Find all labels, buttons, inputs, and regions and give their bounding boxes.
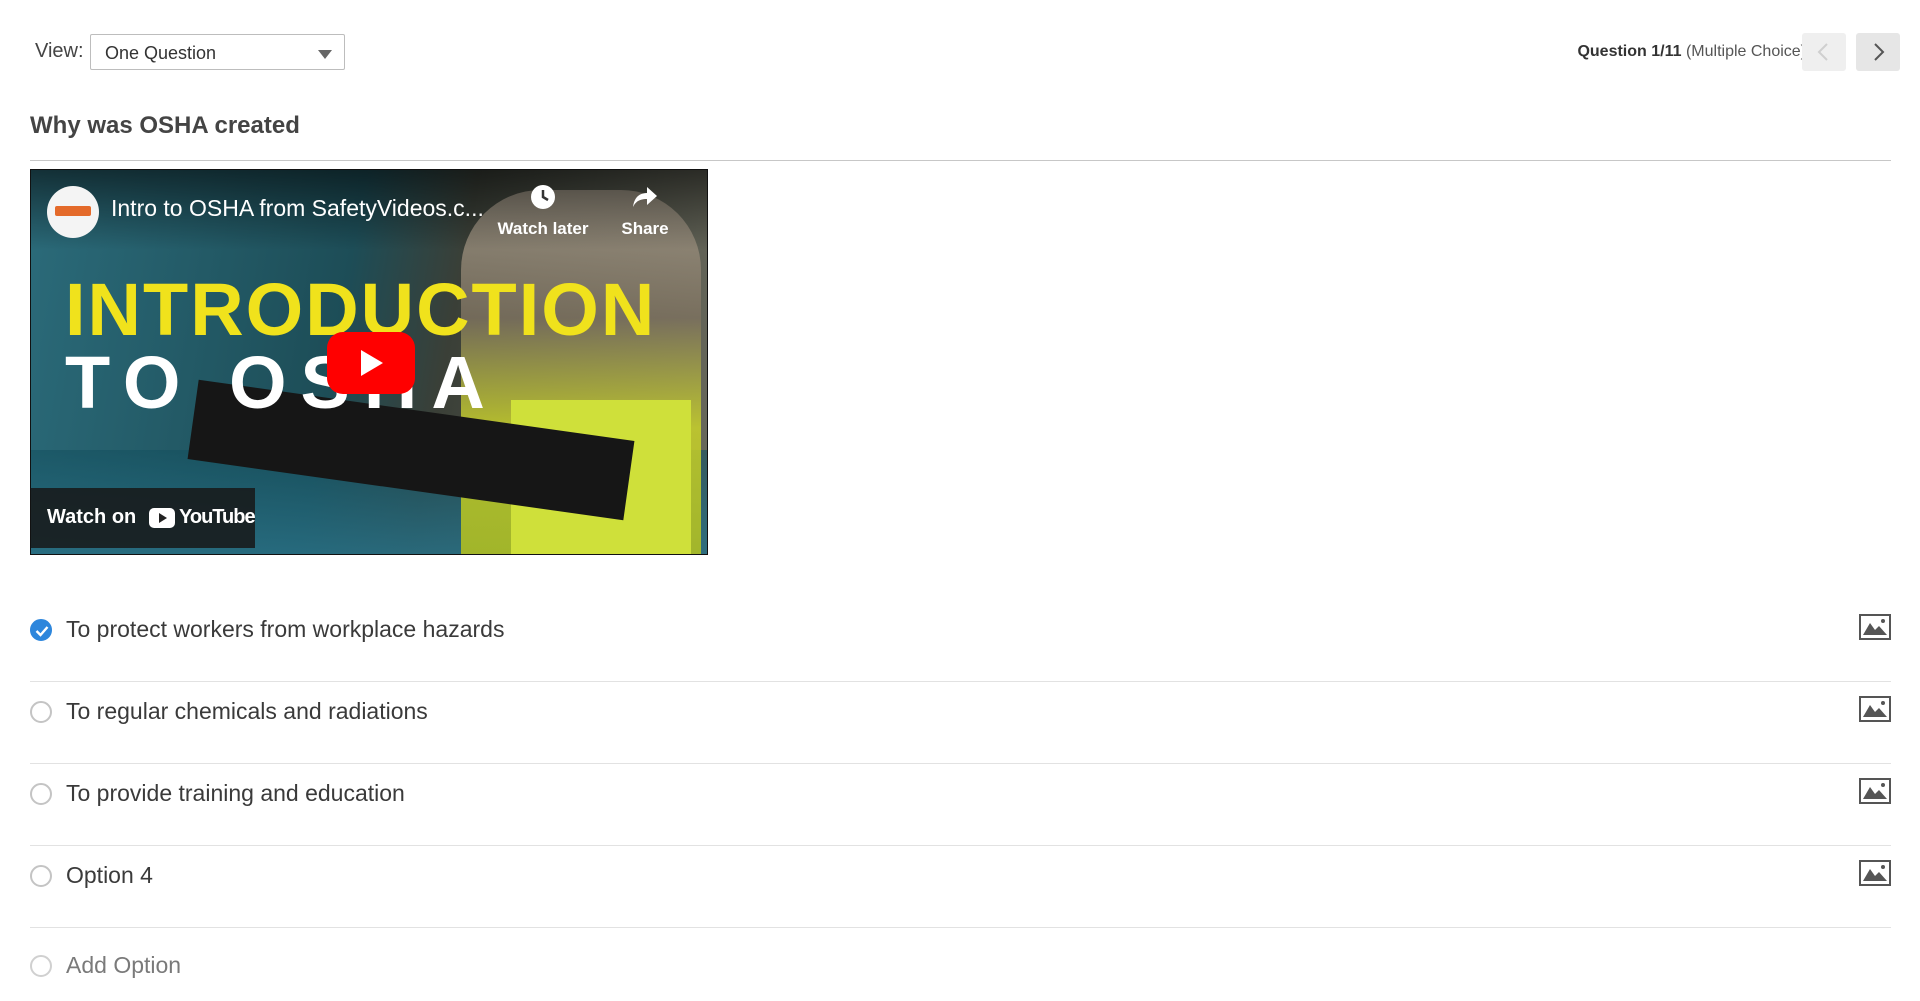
question-counter: Question 1/11 <box>1577 43 1682 60</box>
chevron-left-icon <box>1817 43 1828 61</box>
question-title: Why was OSHA created <box>30 112 300 139</box>
check-icon <box>35 626 49 637</box>
share-icon <box>633 187 657 207</box>
add-option-row[interactable]: Add Option <box>30 936 1891 992</box>
option-radio[interactable] <box>30 783 52 805</box>
option-radio[interactable] <box>30 865 52 887</box>
option-radio-checked[interactable] <box>30 619 52 641</box>
add-option-label[interactable]: Add Option <box>66 952 181 979</box>
image-icon[interactable] <box>1859 778 1891 804</box>
share-button[interactable]: Share <box>615 184 675 239</box>
previous-question-button[interactable] <box>1802 33 1846 71</box>
view-label: View: <box>35 40 84 62</box>
option-label[interactable]: To protect workers from workplace hazard… <box>66 616 504 643</box>
play-button[interactable] <box>327 332 415 394</box>
option-label[interactable]: To regular chemicals and radiations <box>66 698 428 725</box>
answer-option[interactable]: To protect workers from workplace hazard… <box>30 600 1891 682</box>
thumbnail-subheadline: TO OSHA <box>65 341 499 424</box>
video-embed[interactable]: Intro to OSHA from SafetyVideos.c... Wat… <box>30 169 708 555</box>
image-icon[interactable] <box>1859 614 1891 640</box>
watch-on-youtube-button[interactable]: Watch on YouTube <box>31 488 256 548</box>
option-label[interactable]: To provide training and education <box>66 780 405 807</box>
watch-later-button[interactable]: Watch later <box>493 184 593 239</box>
view-select-value: One Question <box>105 43 217 63</box>
image-icon[interactable] <box>1859 696 1891 722</box>
next-question-button[interactable] <box>1856 33 1900 71</box>
chevron-right-icon <box>1874 43 1885 61</box>
image-icon[interactable] <box>1859 860 1891 886</box>
channel-logo[interactable] <box>47 186 99 238</box>
channel-logo-mark <box>55 206 91 216</box>
option-radio[interactable] <box>30 701 52 723</box>
answer-option[interactable]: To provide training and education <box>30 764 1891 846</box>
option-divider <box>30 927 1891 928</box>
add-option-radio <box>30 955 52 977</box>
watch-on-label: Watch on <box>47 506 137 528</box>
question-type: (Multiple Choice) <box>1685 43 1806 60</box>
share-label: Share <box>621 219 669 238</box>
view-select[interactable]: One Question <box>90 34 345 70</box>
youtube-label: YouTube <box>179 506 256 528</box>
answer-option[interactable]: Option 4 <box>30 846 1891 928</box>
watch-later-label: Watch later <box>497 219 589 238</box>
answer-option[interactable]: To regular chemicals and radiations <box>30 682 1891 764</box>
youtube-icon <box>149 508 175 528</box>
question-info: Question 1/11 (Multiple Choice) <box>1577 43 1806 61</box>
caret-down-icon <box>318 50 332 59</box>
toolbar: View: One Question Question 1/11 (Multip… <box>0 0 1920 104</box>
clock-icon <box>531 185 555 209</box>
title-divider <box>30 160 1891 161</box>
option-label[interactable]: Option 4 <box>66 862 153 889</box>
video-title[interactable]: Intro to OSHA from SafetyVideos.c... <box>111 195 484 222</box>
